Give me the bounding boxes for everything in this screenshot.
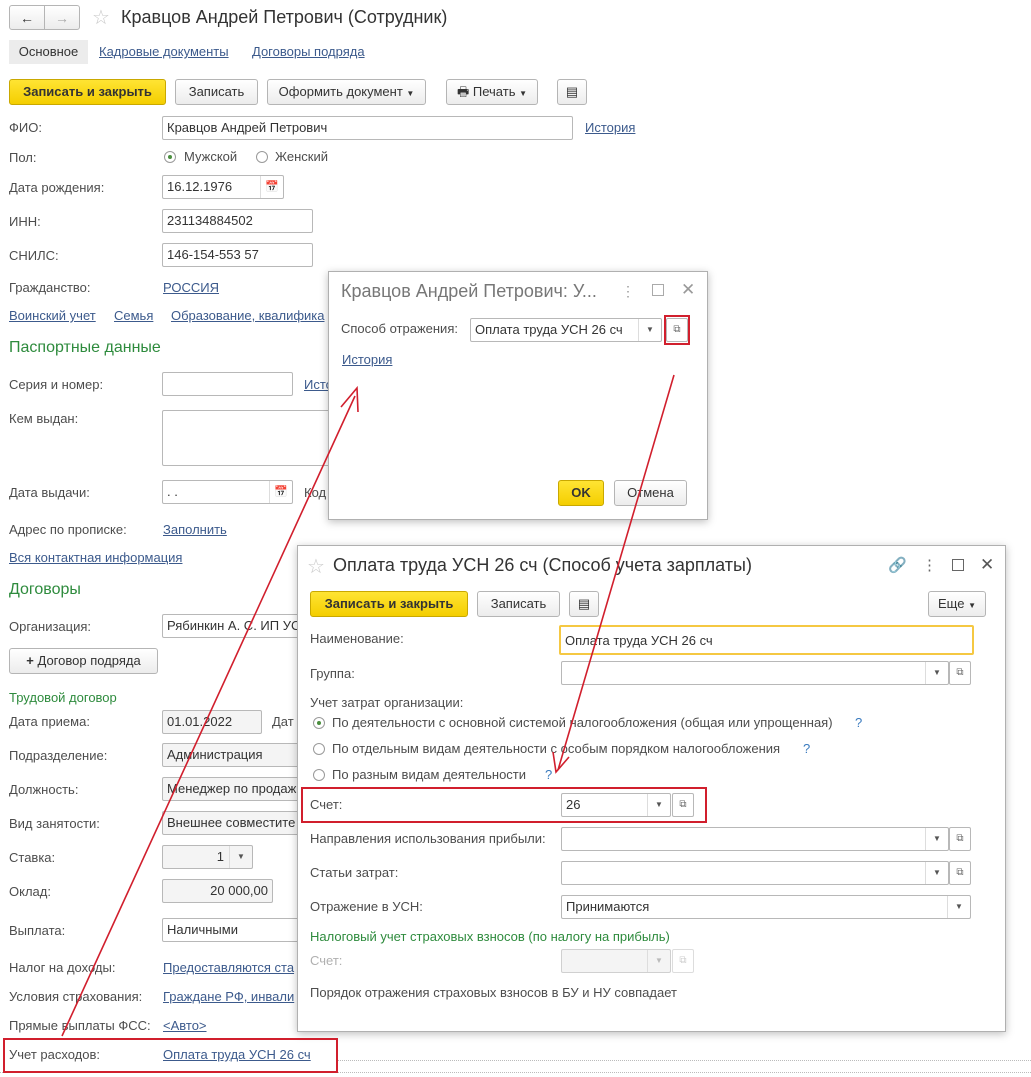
annotation-arrows bbox=[61, 374, 675, 1037]
